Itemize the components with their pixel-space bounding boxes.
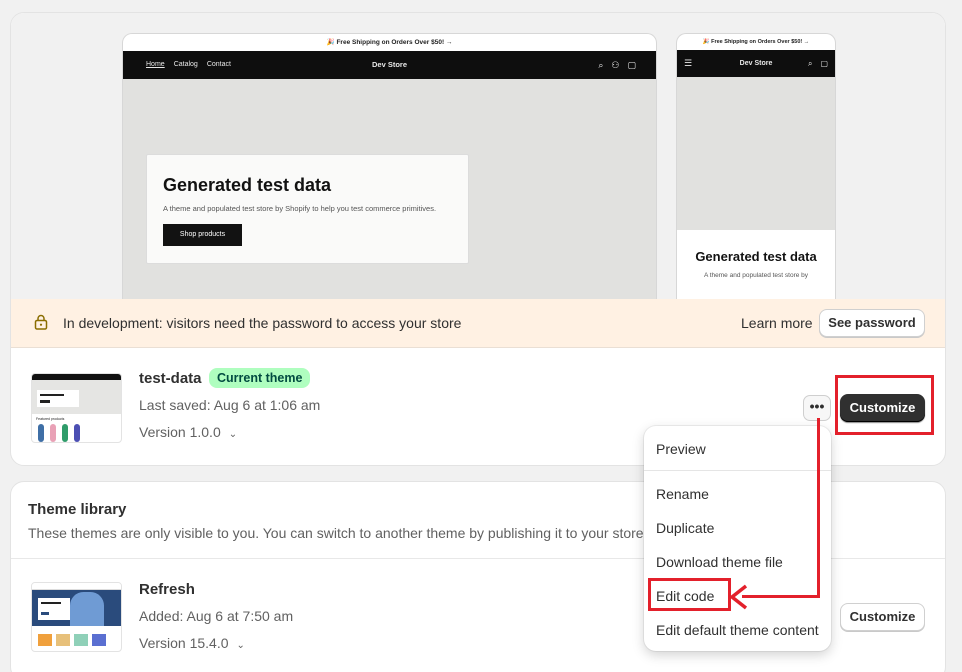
current-theme-name: test-data	[139, 370, 202, 387]
banner-message: In development: visitors need the passwo…	[63, 315, 462, 331]
chevron-down-icon: ⌄	[236, 640, 245, 651]
mobile-hero-image	[677, 77, 835, 230]
thumb-figure	[70, 592, 104, 626]
development-banner: In development: visitors need the passwo…	[11, 299, 945, 348]
mobile-hero-subtitle: A theme and populated test store by	[703, 272, 809, 279]
menu-divider	[644, 470, 831, 471]
preview-shop-button: Shop products	[163, 224, 242, 246]
thumb-header	[32, 583, 121, 590]
lock-icon	[34, 314, 48, 330]
preview-store-name: Dev Store	[371, 60, 407, 69]
thumb-products	[38, 634, 121, 646]
preview-hero-title: Generated test data	[163, 175, 332, 195]
preview-header: Home Catalog Contact Dev Store ⌕ ⚇ ▢	[123, 51, 656, 79]
chevron-down-icon: ⌄	[228, 429, 238, 440]
menu-item-duplicate[interactable]: Duplicate	[656, 520, 714, 536]
current-theme-badge: Current theme	[209, 368, 311, 388]
cart-icon: ▢	[627, 60, 636, 70]
mobile-announcement-bar: 🎉 Free Shipping on Orders Over $50! →	[702, 39, 810, 45]
see-password-button[interactable]: See password	[819, 309, 925, 337]
thumb-hero-card	[38, 598, 70, 620]
menu-item-edit-default-theme-content[interactable]: Edit default theme content	[656, 622, 819, 638]
mobile-preview-header: ☰ Dev Store ⌕ ▢	[677, 50, 835, 77]
added-date-text: Added: Aug 6 at 7:50 am	[139, 608, 294, 624]
version-label: Version 1.0.0	[139, 424, 221, 440]
thumb-hero	[32, 380, 121, 414]
theme-library-title: Theme library	[28, 501, 127, 518]
library-theme-name: Refresh	[139, 581, 195, 598]
current-theme-card: 🎉 Free Shipping on Orders Over $50! → Ho…	[10, 12, 946, 466]
learn-more-link[interactable]: Learn more	[741, 315, 813, 331]
mobile-preview: 🎉 Free Shipping on Orders Over $50! → ☰ …	[676, 33, 836, 299]
thumb-hero-box	[37, 390, 79, 407]
annotation-arrow-line	[742, 595, 820, 598]
annotation-arrow-line	[817, 418, 820, 598]
cart-icon: ▢	[820, 59, 828, 68]
search-icon: ⌕	[598, 60, 604, 70]
library-customize-button[interactable]: Customize	[840, 603, 925, 631]
desktop-preview: 🎉 Free Shipping on Orders Over $50! → Ho…	[122, 33, 657, 299]
preview-hero-subtitle: A theme and populated test store by Shop…	[163, 204, 437, 213]
search-icon: ⌕	[807, 59, 813, 68]
thumb-products	[38, 424, 121, 442]
thumb-label: Featured products	[36, 417, 65, 421]
theme-actions-menu: Preview Rename Duplicate Download theme …	[644, 426, 831, 651]
theme-preview[interactable]: 🎉 Free Shipping on Orders Over $50! → Ho…	[11, 13, 945, 299]
preview-header-icons: ⌕ ⚇ ▢	[590, 51, 636, 79]
last-saved-text: Last saved: Aug 6 at 1:06 am	[139, 397, 321, 413]
menu-item-preview[interactable]: Preview	[656, 441, 706, 457]
mobile-hero-title: Generated test data	[695, 249, 817, 264]
menu-item-rename[interactable]: Rename	[656, 486, 709, 502]
announcement-bar: 🎉 Free Shipping on Orders Over $50! →	[123, 34, 656, 51]
refresh-theme-thumbnail[interactable]	[31, 582, 122, 652]
current-theme-thumbnail[interactable]: Featured products	[31, 373, 122, 443]
preview-hero-box: Generated test data A theme and populate…	[146, 154, 469, 264]
library-version-label: Version 15.4.0	[139, 635, 229, 651]
annotation-arrow-head	[729, 584, 748, 610]
mobile-header-icons: ⌕ ▢	[800, 50, 828, 77]
thumb-hero	[32, 590, 121, 626]
version-dropdown[interactable]: Version 1.0.0 ⌄	[139, 424, 237, 440]
library-version-dropdown[interactable]: Version 15.4.0 ⌄	[139, 635, 245, 651]
annotation-customize-highlight	[835, 375, 934, 435]
annotation-edit-code-highlight	[648, 578, 731, 611]
menu-item-download-theme-file[interactable]: Download theme file	[656, 554, 783, 570]
account-icon: ⚇	[611, 60, 620, 70]
theme-library-subtitle: These themes are only visible to you. Yo…	[28, 525, 648, 541]
